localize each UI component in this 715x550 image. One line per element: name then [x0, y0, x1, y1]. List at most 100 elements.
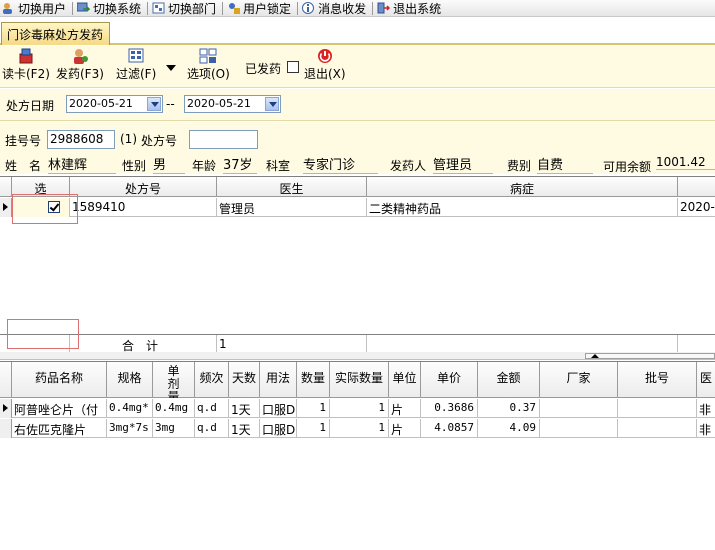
col-doctor[interactable]: 医生: [217, 177, 367, 197]
manufacturer-cell: [540, 399, 618, 418]
chevron-down-icon[interactable]: [265, 97, 279, 111]
drug-name-cell: 右佐匹克隆片: [12, 419, 107, 438]
menu-label: 消息收发: [318, 1, 367, 16]
rx-no-cell: 1589410: [70, 198, 217, 217]
reg-no-label: 挂号号: [5, 134, 42, 148]
rx-date-label: 处方日期: [6, 99, 55, 113]
batch-no-cell: [618, 419, 697, 438]
col-rx-no[interactable]: 处方号: [70, 177, 217, 197]
col-manufacturer[interactable]: 厂家: [540, 362, 618, 398]
col-insurance[interactable]: 医: [697, 362, 715, 398]
col-dose[interactable]: 单剂量: [153, 362, 195, 398]
table-row[interactable]: 1589410 管理员 二类精神药品 2020-0: [0, 198, 715, 217]
actual-quantity-cell: 1: [330, 399, 389, 418]
user-lock-icon: [227, 2, 241, 14]
quantity-cell: 1: [297, 419, 330, 438]
filter-label: 过滤(F): [116, 67, 157, 81]
top-menu-bar: 切换用户 切换系统 切换部门 用户锁定 消息收发 退出系统: [0, 0, 715, 17]
table-row[interactable]: 阿普唑仑片（付 0.4mg* 0.4mg q.d 1天 口服D 1 1 片 0.…: [0, 399, 715, 418]
date-to-select[interactable]: 2020-05-21: [184, 95, 281, 113]
rx-no-input[interactable]: [189, 130, 258, 149]
splitter-collapse-handle[interactable]: [585, 353, 715, 359]
patient-gender: 男: [153, 154, 185, 174]
col-unit[interactable]: 单位: [389, 362, 421, 398]
batch-no-cell: [618, 399, 697, 418]
frequency-cell: q.d: [195, 419, 229, 438]
dispensed-label: 已发药: [245, 62, 282, 76]
toolbar: 读卡(F2) 发药(F3) 过滤(F) 选项(O) 已发药 退出(X): [0, 46, 715, 88]
col-days[interactable]: 天数: [229, 362, 260, 398]
col-batch-no[interactable]: 批号: [618, 362, 697, 398]
drug-detail-grid: 药品名称 规格 单剂量 频次 天数 用法 数量 实际数量 单位 单价 金额 厂家…: [0, 361, 715, 550]
row-indicator-header: [0, 362, 12, 398]
dispense-label: 发药(F3): [56, 67, 104, 81]
days-cell: 1天: [229, 399, 260, 418]
menu-label: 切换用户: [18, 1, 67, 16]
col-frequency[interactable]: 频次: [195, 362, 229, 398]
exit-label: 退出(X): [304, 67, 346, 81]
dispense-icon: [71, 48, 89, 64]
doctor-cell: 管理员: [217, 198, 367, 217]
total-label: 合 计: [70, 335, 217, 352]
switch-user-icon: [2, 2, 15, 14]
read-card-button[interactable]: 读卡(F2): [2, 48, 50, 86]
menu-exit-system[interactable]: 退出系统: [375, 0, 445, 17]
filter-button[interactable]: 过滤(F): [116, 48, 156, 86]
col-unit-price[interactable]: 单价: [421, 362, 478, 398]
menu-switch-department[interactable]: 切换部门: [150, 0, 220, 17]
dispensed-checkbox[interactable]: [287, 61, 299, 73]
col-drug-name[interactable]: 药品名称: [12, 362, 107, 398]
prescription-grid-header: 选 处方号 医生 病症: [0, 177, 715, 197]
col-usage[interactable]: 用法: [260, 362, 297, 398]
col-quantity[interactable]: 数量: [297, 362, 330, 398]
date-from-value: 2020-05-21: [69, 97, 133, 110]
current-row-indicator: [0, 198, 12, 217]
insurance-cell: 非: [699, 423, 712, 437]
menu-divider: [147, 1, 149, 15]
reg-count: (1): [120, 132, 137, 146]
patient-dept: 专家门诊: [303, 154, 378, 174]
fee-type-value: 自费: [537, 154, 593, 174]
panel-splitter[interactable]: [0, 352, 715, 360]
unit-price-cell: 0.3686: [421, 399, 478, 418]
reg-no-input[interactable]: 2988608: [47, 130, 115, 149]
menu-divider: [72, 1, 74, 15]
col-actual-quantity[interactable]: 实际数量: [330, 362, 389, 398]
menu-label: 用户锁定: [243, 1, 292, 16]
age-label: 年龄: [192, 159, 217, 173]
col-spec[interactable]: 规格: [107, 362, 153, 398]
patient-name: 林建辉: [48, 154, 116, 174]
switch-department-icon: [152, 2, 165, 14]
manufacturer-cell: [540, 419, 618, 438]
menu-switch-system[interactable]: 切换系统: [75, 0, 145, 17]
col-date[interactable]: [678, 177, 715, 197]
menu-label: 退出系统: [393, 1, 442, 16]
dispense-button[interactable]: 发药(F3): [56, 48, 104, 86]
tab-outpatient-narcotic-dispensing[interactable]: 门诊毒麻处方发药: [1, 22, 111, 45]
col-diagnosis[interactable]: 病症: [367, 177, 678, 197]
current-row-indicator: [0, 399, 12, 418]
options-button[interactable]: 选项(O): [187, 48, 230, 86]
prescription-grid: 选 处方号 医生 病症 1589410 管理员 二类精神药品 2020-0 合 …: [0, 176, 715, 353]
menu-divider: [297, 1, 299, 15]
exit-system-icon: [377, 2, 391, 14]
table-row[interactable]: 右佐匹克隆片 3mg*7s 3mg q.d 1天 口服D 1 1 片 4.085…: [0, 419, 715, 438]
menu-message[interactable]: 消息收发: [300, 0, 370, 17]
row-indicator: [0, 419, 12, 438]
amount-cell: 4.09: [478, 419, 540, 438]
col-amount[interactable]: 金额: [478, 362, 540, 398]
frequency-cell: q.d: [195, 399, 229, 418]
menu-user-lock[interactable]: 用户锁定: [225, 0, 295, 17]
power-icon: [316, 48, 334, 64]
card-reader-icon: [17, 48, 35, 64]
date-from-select[interactable]: 2020-05-21: [66, 95, 163, 113]
total-value: 1: [217, 335, 367, 352]
usage-cell: 口服D: [260, 399, 297, 418]
row-pointer-icon: [3, 203, 8, 211]
exit-button[interactable]: 退出(X): [304, 48, 346, 86]
prescription-total-row: 合 计 1: [0, 334, 715, 353]
menu-switch-user[interactable]: 切换用户: [0, 0, 70, 17]
patient-age: 37岁: [223, 154, 257, 174]
insurance-cell: 非: [699, 403, 712, 417]
chevron-down-icon[interactable]: [147, 97, 161, 111]
